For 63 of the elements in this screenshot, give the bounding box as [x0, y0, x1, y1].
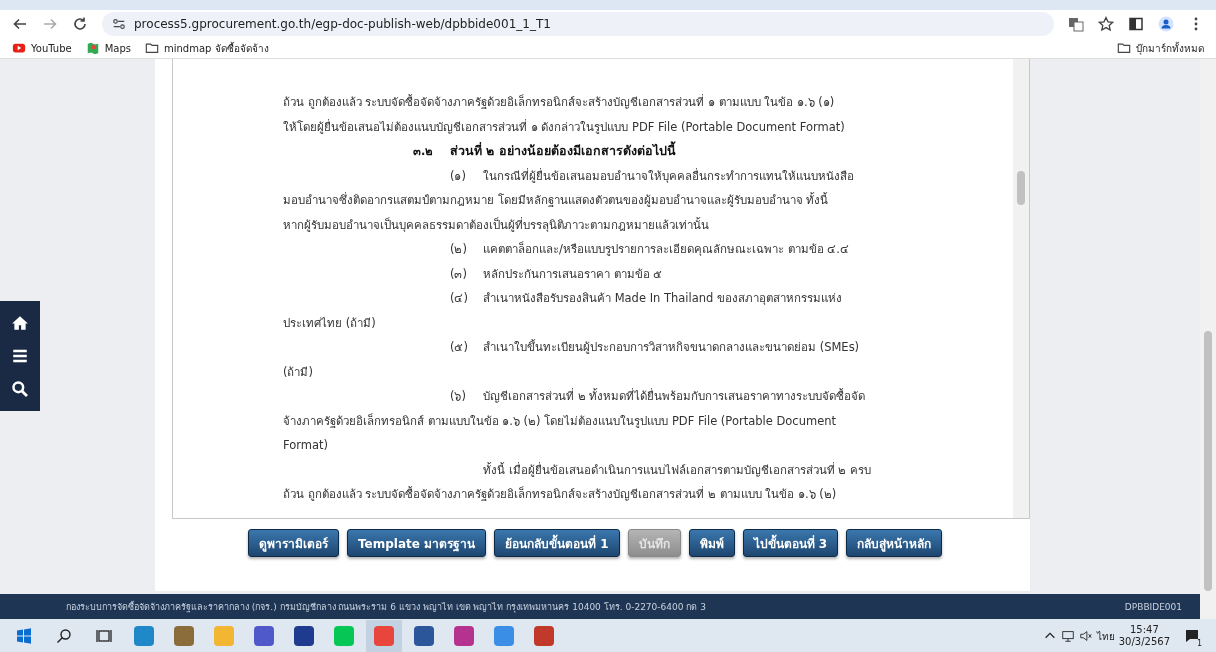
item-number: (๖): [450, 388, 467, 406]
action-button[interactable]: ดูพารามิเตอร์: [248, 529, 339, 557]
bookmark[interactable]: YouTube: [12, 41, 72, 55]
windows-start-icon[interactable]: [16, 628, 32, 644]
action-button[interactable]: ย้อนกลับขั้นตอนที่ 1: [494, 529, 620, 557]
document-text: หากผู้รับมอบอำนาจเป็นบุคคลธรรมดาต้องเป็นผู้ที่บรรลุนิติภาวะตามกฎหมายแล้วเท่านั้น: [283, 216, 709, 234]
page-scrollbar[interactable]: [1200, 59, 1216, 619]
action-button[interactable]: ไปขั้นตอนที่ 3: [742, 529, 839, 557]
network-icon[interactable]: [1060, 629, 1075, 643]
reload-icon[interactable]: [72, 16, 88, 32]
star-icon[interactable]: [1098, 16, 1114, 32]
action-button[interactable]: กลับสู่หน้าหลัก: [846, 529, 943, 557]
document-text: (ถ้ามี): [283, 363, 313, 381]
document-text: Format): [283, 438, 328, 453]
item-number: (๑): [450, 167, 467, 185]
language-indicator[interactable]: ไทย: [1096, 628, 1115, 644]
scrollbar[interactable]: [1013, 59, 1029, 518]
site-settings-icon[interactable]: [112, 17, 126, 31]
side-panel-icon[interactable]: [1128, 16, 1144, 32]
address-bar[interactable]: process5.gprocurement.go.th/egp-doc-publish-web/dpbbide001_1_T1: [102, 12, 1054, 36]
map-pin-icon: [85, 41, 100, 55]
task-view-icon[interactable]: [96, 628, 112, 644]
document-text: สำเนาหนังสือรับรองสินค้า Made In Thailand ของสภาอุตสาหกรรมแห่ง: [483, 290, 843, 308]
bookmark[interactable]: Maps: [85, 41, 131, 55]
action-button[interactable]: Template มาตรฐาน: [347, 529, 487, 557]
section-heading: ส่วนที่ ๒ อย่างน้อยต้องมีเอกสารดังต่อไปนี้: [450, 141, 676, 161]
document-text: ถ้วน ถูกต้องแล้ว ระบบจัดซื้อจัดจ้างภาครัฐด้วยอิเล็กทรอนิกส์จะสร้างบัญชีเอกสารส่วนที่ ๑ ตามแบบ ในข้อ ๑.๖ (๑): [283, 93, 835, 112]
back-arrow-icon[interactable]: [12, 16, 28, 32]
home-icon[interactable]: [11, 314, 29, 333]
clock[interactable]: 15:47 30/3/2567: [1118, 624, 1170, 648]
all-bookmarks[interactable]: บุ๊กมาร์กทั้งหมด: [1117, 40, 1204, 56]
item-number: (๔): [450, 290, 469, 308]
profile-icon[interactable]: [1158, 16, 1174, 32]
translate-icon[interactable]: [1068, 16, 1084, 32]
message-icon[interactable]: [1184, 628, 1200, 644]
item-number: (๒): [450, 241, 468, 259]
document-text: มอบอำนาจซึ่งติดอากรแสตมป์ตามกฎหมาย โดยมีหลักฐานแสดงตัวตนของผู้มอบอำนาจและผู้รับมอบอำนาจ ทั้งนี้: [283, 191, 829, 210]
document-text: ถ้วน ถูกต้องแล้ว ระบบจัดซื้อจัดจ้างภาครัฐด้วยอิเล็กทรอนิกส์จะสร้างบัญชีเอกสารส่วนที่ ๒ ตามแบบ ในข้อ ๑.๖ (๒): [283, 485, 837, 504]
section-number: ๓.๒: [413, 143, 435, 161]
document-text: แคตตาล็อกและ/หรือแบบรูปรายการละเอียดคุณลักษณะเฉพาะ ตามข้อ ๔.๔: [483, 240, 849, 259]
speaker-icon[interactable]: [1078, 629, 1093, 643]
document-text: สำเนาใบขึ้นทะเบียนผู้ประกอบการวิสาหกิจขนาดกลางและขนาดย่อม (SMEs): [483, 338, 860, 357]
document-text: ในกรณีที่ผู้ยื่นข้อเสนอมอบอำนาจให้บุคคลอื่นกระทำการแทนให้แนบหนังสือ: [483, 167, 854, 185]
item-number: (๓): [450, 265, 468, 283]
document-text: ทั้งนี้ เมื่อผู้ยื่นข้อเสนอดำเนินการแนบไฟล์เอกสารตามบัญชีเอกสารส่วนที่ ๒ ครบ: [483, 461, 871, 479]
notification-button[interactable]: 1: [1174, 620, 1210, 652]
url-text: process5.gprocurement.go.th/egp-doc-publish-web/dpbbide001_1_T1: [134, 17, 551, 31]
document-text: ประเทศไทย (ถ้ามี): [283, 314, 376, 332]
search-icon[interactable]: [11, 379, 29, 398]
document-text: ให้โดยผู้ยื่นข้อเสนอไม่ต้องแนบบัญชีเอกสารส่วนที่ ๑ ดังกล่าวในรูปแบบ PDF File (Portable Document Format): [283, 118, 845, 136]
bookmark[interactable]: mindmap จัดซื้อจัดจ้าง: [145, 40, 269, 56]
document-text: หลักประกันการเสนอราคา ตามข้อ ๕: [483, 265, 663, 283]
video-play-icon: [12, 41, 26, 55]
search-icon[interactable]: [56, 628, 72, 644]
page-code: DPBBIDE001: [1124, 601, 1182, 612]
document-text: บัญชีเอกสารส่วนที่ ๒ ทั้งหมดที่ได้ยื่นพร้อมกับการเสนอราคาทางระบบจัดซื้อจัด: [483, 387, 866, 406]
folder-icon: [1117, 41, 1131, 55]
item-number: (๕): [450, 339, 469, 357]
document-text: จ้างภาครัฐด้วยอิเล็กทรอนิกส์ ตามแบบในข้อ ๑.๖ (๒) โดยไม่ต้องแนบในรูปแบบ PDF File (Portable Document: [283, 412, 836, 430]
menu-icon[interactable]: [11, 347, 29, 365]
folder-icon: [145, 41, 159, 55]
footer-address: กองระบบการจัดซื้อจัดจ้างภาครัฐและราคากลาง (กจร.) กรมบัญชีกลาง ถนนพระราม 6 แขวง พญาไท เขต พญาไท กรุงเทพมหานคร 10400 โทร. 0-2270-6400 กด 3: [66, 600, 706, 614]
action-button[interactable]: พิมพ์: [688, 529, 735, 557]
